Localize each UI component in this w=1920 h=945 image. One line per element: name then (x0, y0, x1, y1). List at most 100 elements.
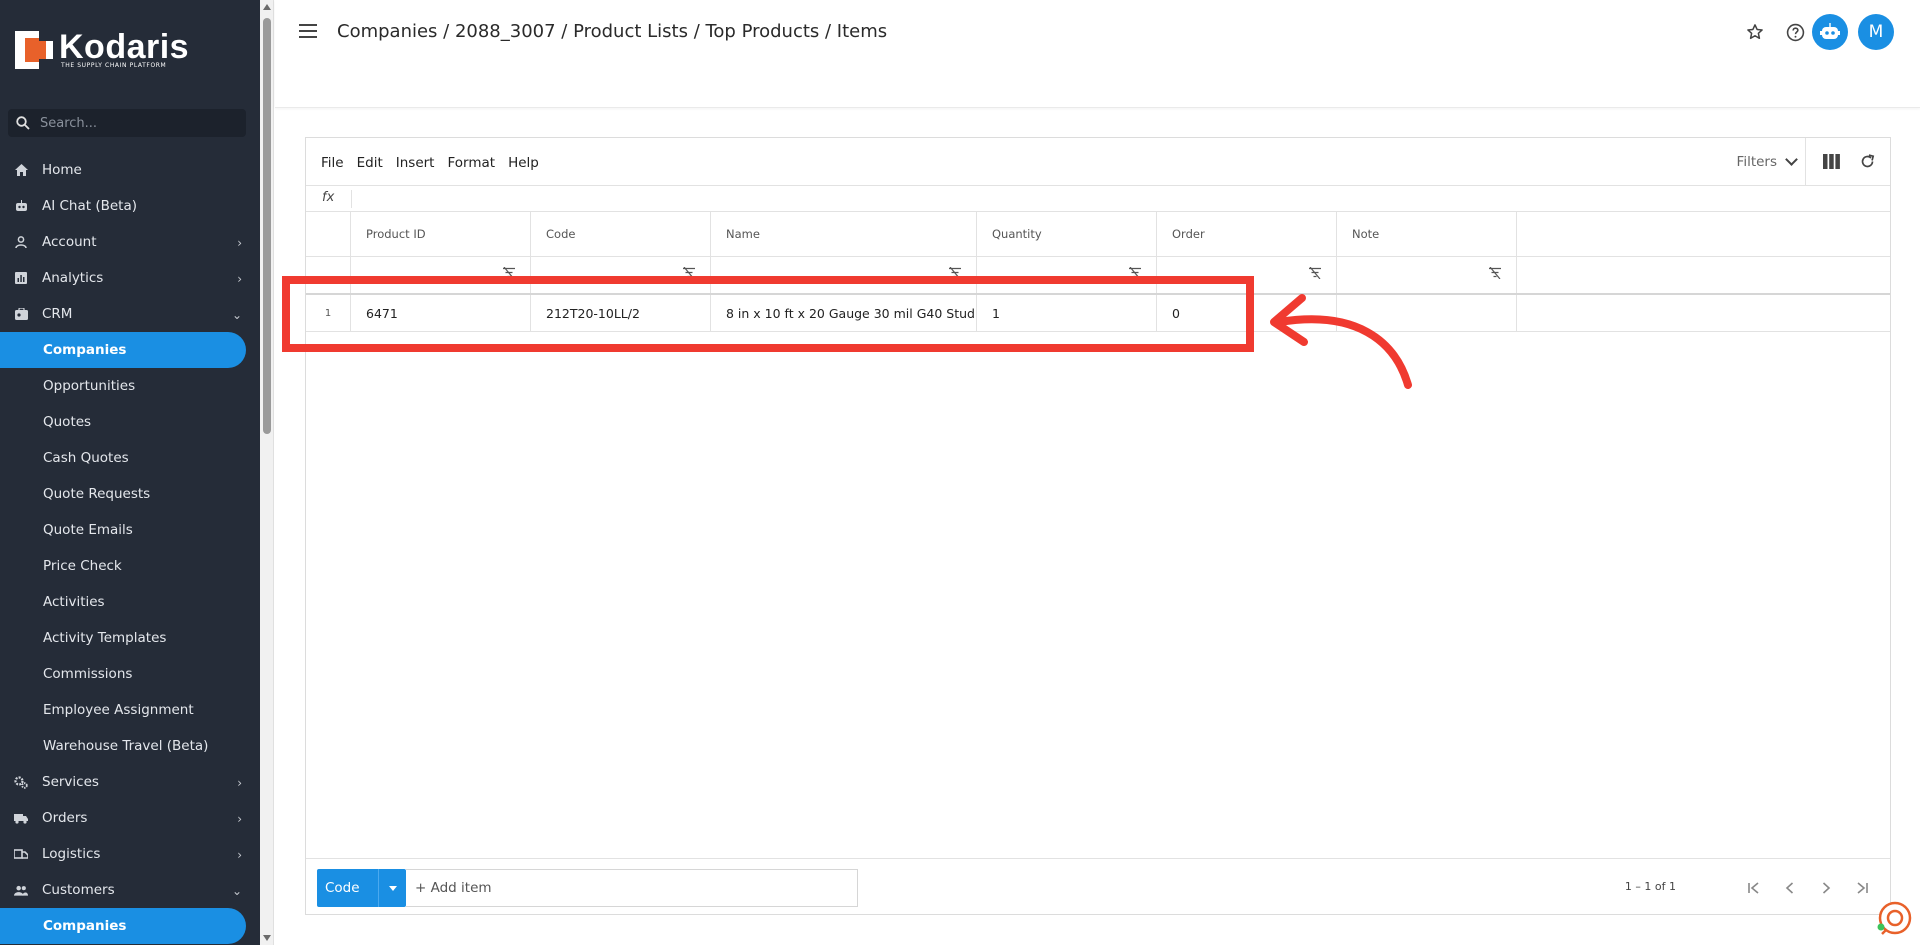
person-icon (14, 235, 28, 249)
kodaris-logo[interactable]: Kodaris THE SUPPLY CHAIN PLATFORM (15, 30, 189, 69)
sidebar-item-analytics[interactable]: Analytics › (0, 260, 260, 296)
filter-off-icon[interactable] (1488, 266, 1502, 282)
sidebar-item-opportunities[interactable]: Opportunities (0, 368, 260, 404)
menu-edit[interactable]: Edit (357, 155, 383, 171)
chevron-right-icon: › (237, 272, 242, 286)
analytics-icon (14, 271, 28, 285)
chevron-down-icon: ⌄ (231, 308, 242, 322)
filters-label: Filters (1736, 154, 1777, 170)
sidebar-item-customers[interactable]: Customers ⌄ (0, 872, 260, 908)
chevron-down-icon: ⌄ (231, 884, 242, 898)
sidebar-item-label: Companies (43, 342, 127, 358)
chevron-right-icon: › (237, 776, 242, 790)
next-page-icon[interactable] (1808, 877, 1844, 899)
column-header-code[interactable]: Code (531, 212, 711, 256)
sidebar-item-label: Activities (43, 594, 105, 610)
first-page-icon[interactable] (1736, 877, 1772, 899)
column-header-note[interactable]: Note (1337, 212, 1517, 256)
sidebar-item-logistics[interactable]: Logistics › (0, 836, 260, 872)
sidebar-item-label: Opportunities (43, 378, 136, 394)
breadcrumb[interactable]: Companies / 2088_3007 / Product Lists / … (337, 21, 887, 42)
sidebar-item-ai-chat[interactable]: AI Chat (Beta) (0, 188, 260, 224)
sidebar-item-employee-assignment[interactable]: Employee Assignment (0, 692, 260, 728)
menu-icon[interactable] (299, 24, 317, 38)
filters-dropdown[interactable]: Filters (1736, 153, 1798, 170)
sidebar-item-crm[interactable]: CRM ⌄ (0, 296, 260, 332)
avatar[interactable]: M (1858, 14, 1894, 50)
sidebar-item-warehouse-travel[interactable]: Warehouse Travel (Beta) (0, 728, 260, 764)
ai-assistant-button[interactable] (1812, 14, 1848, 50)
sidebar-item-services[interactable]: Services › (0, 764, 260, 800)
pagination-info: 1 – 1 of 1 (1624, 880, 1676, 893)
code-select-button[interactable]: Code (317, 869, 406, 907)
curved-arrow-annotation (1270, 294, 1412, 389)
sidebar-item-label: Quote Emails (43, 522, 133, 538)
sidebar-scrollbar[interactable] (260, 0, 274, 945)
sidebar-item-quote-emails[interactable]: Quote Emails (0, 512, 260, 548)
truck-icon (14, 811, 28, 825)
sidebar-item-label: Customers (42, 882, 115, 898)
sidebar-search[interactable] (8, 109, 246, 137)
sidebar-item-home[interactable]: Home (0, 152, 260, 188)
menu-help[interactable]: Help (508, 155, 539, 171)
sidebar-item-label: Employee Assignment (43, 702, 194, 718)
sidebar-item-label: Account (42, 234, 97, 250)
search-input[interactable] (40, 115, 230, 131)
sidebar-item-label: Services (42, 774, 99, 790)
menu-insert[interactable]: Insert (396, 155, 435, 171)
fx-label: fx (322, 190, 335, 205)
sidebar: Kodaris THE SUPPLY CHAIN PLATFORM Home A… (0, 0, 260, 945)
sidebar-item-crm-companies[interactable]: Companies (0, 332, 246, 368)
sidebar-item-label: Quote Requests (43, 486, 151, 502)
column-header-product-id[interactable]: Product ID (351, 212, 531, 256)
chevron-right-icon: › (237, 236, 242, 250)
chevron-right-icon: › (237, 812, 242, 826)
chevron-down-icon (1785, 153, 1798, 166)
scroll-up-arrow-icon[interactable] (263, 4, 271, 10)
sidebar-item-account[interactable]: Account › (0, 224, 260, 260)
chat-support-widget-icon[interactable] (1876, 900, 1912, 936)
sidebar-item-label: AI Chat (Beta) (42, 198, 138, 214)
sidebar-item-label: Home (42, 162, 82, 178)
sidebar-item-customers-companies[interactable]: Companies (0, 908, 246, 944)
sidebar-item-label: CRM (42, 306, 73, 322)
sidebar-item-activity-templates[interactable]: Activity Templates (0, 620, 260, 656)
column-header-quantity[interactable]: Quantity (977, 212, 1157, 256)
previous-page-icon[interactable] (1772, 877, 1808, 899)
sidebar-item-label: Activity Templates (43, 630, 167, 646)
sidebar-item-quote-requests[interactable]: Quote Requests (0, 476, 260, 512)
scroll-down-arrow-icon[interactable] (263, 935, 271, 941)
star-icon[interactable] (1738, 15, 1772, 49)
sidebar-item-orders[interactable]: Orders › (0, 800, 260, 836)
spreadsheet-menubar: File Edit Insert Format Help Filters (306, 138, 1890, 186)
columns-icon[interactable] (1823, 154, 1840, 173)
sidebar-item-label: Quotes (43, 414, 92, 430)
formula-bar[interactable]: fx (306, 186, 1890, 212)
column-header-name[interactable]: Name (711, 212, 977, 256)
logistics-icon (14, 847, 28, 861)
spreadsheet-panel: File Edit Insert Format Help Filters fx … (305, 137, 1891, 915)
column-header-order[interactable]: Order (1157, 212, 1337, 256)
sidebar-item-label: Commissions (43, 666, 133, 682)
sidebar-item-label: Warehouse Travel (Beta) (43, 738, 209, 754)
caret-down-icon[interactable] (378, 869, 406, 907)
sidebar-item-cash-quotes[interactable]: Cash Quotes (0, 440, 260, 476)
brand-name: Kodaris (59, 28, 190, 66)
sidebar-item-activities[interactable]: Activities (0, 584, 260, 620)
sidebar-item-quotes[interactable]: Quotes (0, 404, 260, 440)
menu-format[interactable]: Format (447, 155, 495, 171)
robot-icon (14, 199, 28, 213)
menu-file[interactable]: File (321, 155, 344, 171)
sidebar-item-label: Cash Quotes (43, 450, 129, 466)
sidebar-item-label: Orders (42, 810, 88, 826)
add-item-input[interactable]: + Add item (406, 869, 858, 907)
help-icon[interactable] (1778, 15, 1812, 49)
last-page-icon[interactable] (1844, 877, 1880, 899)
scrollbar-thumb[interactable] (263, 18, 271, 434)
sidebar-item-label: Companies (43, 918, 127, 934)
crm-icon (14, 307, 28, 321)
sidebar-item-commissions[interactable]: Commissions (0, 656, 260, 692)
row-header-corner[interactable] (306, 212, 351, 256)
refresh-icon[interactable] (1859, 153, 1876, 174)
sidebar-item-price-check[interactable]: Price Check (0, 548, 260, 584)
